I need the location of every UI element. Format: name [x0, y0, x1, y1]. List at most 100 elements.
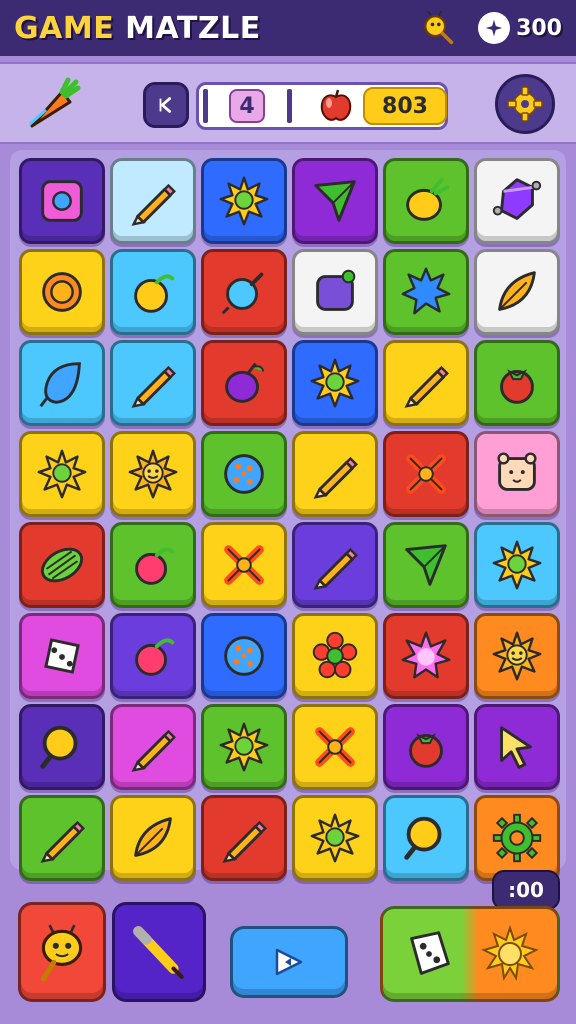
sun-icon	[219, 722, 269, 772]
board-tile[interactable]	[383, 613, 469, 699]
board-tile[interactable]	[110, 704, 196, 790]
brush-icon	[133, 926, 184, 979]
board-tile[interactable]	[110, 795, 196, 881]
play-next-button[interactable]	[230, 926, 348, 998]
sun-icon	[219, 176, 269, 226]
leaf-icon	[134, 817, 172, 857]
splat-icon	[401, 267, 451, 315]
board-tile[interactable]	[201, 340, 287, 426]
flower-icon	[312, 631, 358, 679]
brush-booster-button[interactable]	[112, 902, 206, 1002]
board-tile[interactable]	[19, 613, 105, 699]
back-arrow-button[interactable]	[143, 82, 189, 128]
board-tile[interactable]	[474, 431, 560, 517]
board-tile[interactable]	[201, 431, 287, 517]
board-tile[interactable]	[19, 795, 105, 881]
combo-booster-button[interactable]	[380, 906, 560, 1002]
board-tile[interactable]	[474, 249, 560, 335]
magnifier-icon	[40, 725, 78, 769]
board-tile[interactable]	[474, 704, 560, 790]
berry-icon	[135, 638, 175, 676]
arrow-icon	[405, 544, 447, 586]
sun-icon	[310, 813, 360, 863]
board-tile[interactable]	[201, 249, 287, 335]
pencil-icon	[131, 729, 176, 772]
panel-divider	[203, 89, 208, 123]
box-icon	[41, 180, 83, 222]
board-tile[interactable]	[201, 522, 287, 608]
board-tile[interactable]	[383, 158, 469, 244]
board-tile[interactable]	[474, 795, 560, 881]
berry-icon	[135, 547, 175, 585]
board-tile[interactable]	[19, 158, 105, 244]
board-tile[interactable]	[201, 158, 287, 244]
board-tile[interactable]	[110, 522, 196, 608]
cross-icon	[224, 545, 264, 585]
board-tile[interactable]	[110, 613, 196, 699]
plum-icon	[225, 362, 265, 403]
board-tile[interactable]	[292, 340, 378, 426]
pencil-icon	[404, 365, 449, 408]
sun-icon	[481, 924, 539, 981]
board-tile[interactable]	[19, 249, 105, 335]
board-tile[interactable]	[201, 613, 287, 699]
board-tile[interactable]	[292, 158, 378, 244]
bee-booster-button[interactable]	[18, 902, 106, 1002]
title-accent-letter: E	[93, 10, 115, 46]
board-tile[interactable]	[474, 613, 560, 699]
board-tile[interactable]	[110, 431, 196, 517]
sun-icon	[310, 358, 360, 408]
board-tile[interactable]	[383, 704, 469, 790]
drop-icon	[39, 362, 81, 408]
cross-icon	[315, 727, 355, 767]
pencil-icon	[222, 820, 267, 863]
board-tile[interactable]	[292, 522, 378, 608]
game-board	[10, 150, 566, 881]
bear-icon	[497, 452, 537, 491]
title-rest: MATZLE	[114, 10, 261, 46]
jar-icon	[316, 269, 356, 311]
title-bar: GAME MATZLE 300	[0, 0, 576, 56]
burst-icon	[401, 631, 451, 679]
board-tile[interactable]	[19, 340, 105, 426]
board-tile[interactable]	[292, 613, 378, 699]
fruit-icon	[134, 274, 175, 313]
board-tile[interactable]	[110, 340, 196, 426]
dots-icon	[224, 636, 264, 676]
board-tile[interactable]	[474, 340, 560, 426]
board-tile[interactable]	[19, 704, 105, 790]
board-tile[interactable]	[474, 522, 560, 608]
board-tile[interactable]	[201, 795, 287, 881]
sun-icon	[37, 449, 87, 499]
bee-lollipop-icon[interactable]	[418, 9, 456, 47]
bee-icon	[40, 924, 83, 982]
board-tile[interactable]	[383, 795, 469, 881]
board-tile[interactable]	[383, 249, 469, 335]
board-tile[interactable]	[19, 522, 105, 608]
title-accent: GAM	[14, 10, 94, 46]
pencil-icon	[131, 365, 176, 408]
board-tile[interactable]	[383, 431, 469, 517]
moves-score-panel: 4 803	[196, 82, 448, 130]
board-tile[interactable]	[292, 704, 378, 790]
board-tile[interactable]	[292, 431, 378, 517]
play-icon	[275, 948, 303, 976]
arrow-icon	[314, 180, 356, 222]
carrot-booster-icon[interactable]	[22, 74, 82, 134]
dice-icon	[44, 638, 80, 674]
magnifier-icon	[404, 816, 442, 860]
board-tile[interactable]	[201, 704, 287, 790]
smiley-sun-icon	[128, 449, 178, 499]
board-tile[interactable]	[474, 158, 560, 244]
board-tile[interactable]	[19, 431, 105, 517]
board-tile[interactable]	[110, 249, 196, 335]
board-tile[interactable]	[383, 340, 469, 426]
board-tile[interactable]	[383, 522, 469, 608]
apple-icon	[317, 87, 355, 125]
cross-icon	[406, 454, 446, 494]
pencil-icon	[131, 183, 176, 226]
board-tile[interactable]	[110, 158, 196, 244]
board-tile[interactable]	[292, 249, 378, 335]
settings-gear-button[interactable]	[495, 74, 555, 134]
board-tile[interactable]	[292, 795, 378, 881]
